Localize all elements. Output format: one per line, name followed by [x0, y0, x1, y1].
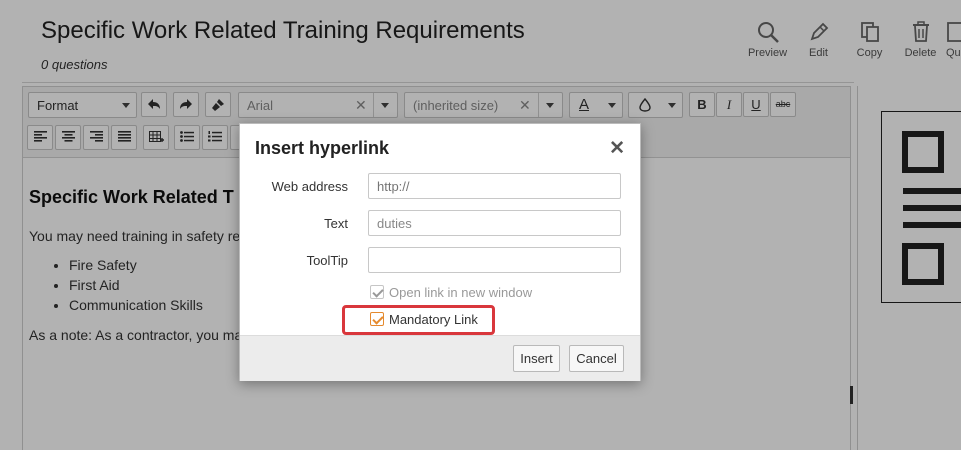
new-window-option[interactable]: Open link in new window: [370, 285, 532, 300]
mandatory-link-option[interactable]: Mandatory Link: [370, 312, 478, 327]
new-window-label: Open link in new window: [389, 285, 533, 300]
insert-button[interactable]: Insert: [513, 345, 560, 372]
new-window-checkbox[interactable]: [370, 285, 384, 299]
text-label: Text: [324, 216, 348, 231]
tooltip-input[interactable]: [368, 247, 621, 273]
mandatory-link-checkbox[interactable]: [370, 312, 384, 326]
dialog-title: Insert hyperlink: [255, 138, 390, 158]
insert-hyperlink-dialog: Insert hyperlink ✕ Web address Text Tool…: [239, 123, 641, 381]
link-text-input[interactable]: [368, 210, 621, 236]
mandatory-link-label: Mandatory Link: [389, 312, 478, 327]
web-address-label: Web address: [271, 179, 348, 194]
tooltip-label: ToolTip: [306, 253, 348, 268]
dialog-footer: Insert Cancel: [240, 335, 640, 381]
web-address-input[interactable]: [368, 173, 621, 199]
cancel-button[interactable]: Cancel: [569, 345, 624, 372]
close-icon[interactable]: ✕: [609, 137, 625, 160]
